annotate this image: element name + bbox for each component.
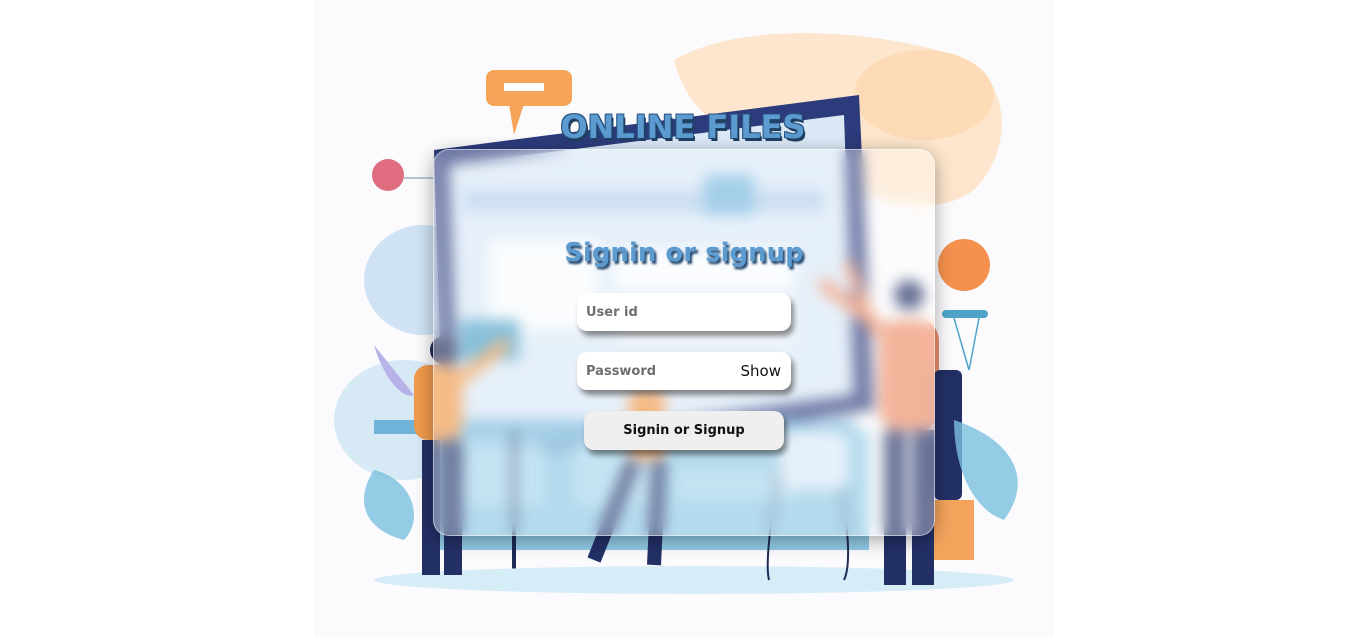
login-heading: Signin or signup xyxy=(564,238,804,268)
login-card: Signin or signup Show Signin or Signup xyxy=(433,149,935,536)
app-title: ONLINE FILES xyxy=(560,108,806,146)
user-id-field[interactable] xyxy=(577,293,791,331)
login-page: ONLINE FILES Signin or signup Show Signi… xyxy=(0,0,1366,638)
password-input[interactable] xyxy=(577,352,736,390)
user-id-input[interactable] xyxy=(577,293,736,331)
password-field[interactable]: Show xyxy=(577,352,791,390)
show-password-toggle[interactable]: Show xyxy=(741,362,781,380)
signin-signup-button[interactable]: Signin or Signup xyxy=(584,411,784,450)
